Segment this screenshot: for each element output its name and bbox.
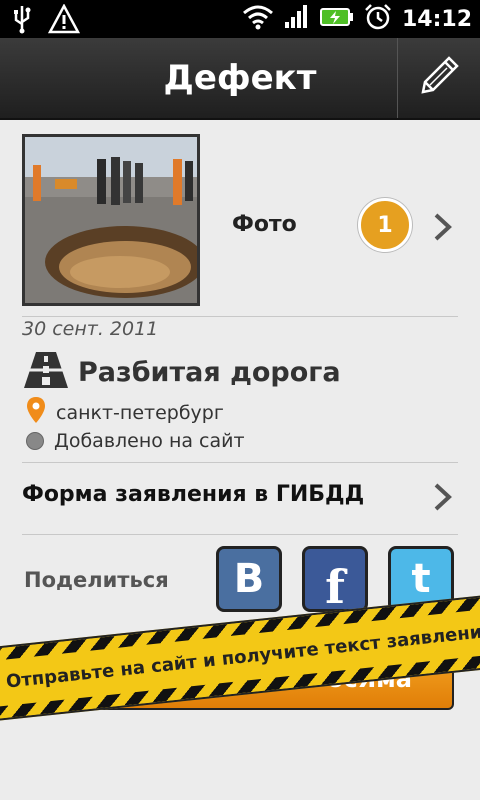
location-text: санкт-петербург [56, 401, 224, 424]
share-label: Поделиться [24, 568, 169, 592]
facebook-icon: f [325, 560, 345, 612]
facebook-share-button[interactable]: f [302, 546, 368, 612]
warning-icon [47, 3, 81, 38]
status-bar: 14:12 [0, 0, 480, 38]
defect-content: Фото 1 30 сент. 2011 Разбитая дорога сан… [0, 120, 480, 800]
chevron-right-icon[interactable] [432, 482, 454, 516]
twitter-icon: t [411, 556, 431, 602]
photo-label[interactable]: Фото [232, 212, 297, 237]
defect-date: 30 сент. 2011 [22, 318, 159, 340]
usb-icon [10, 4, 34, 38]
alarm-icon [364, 3, 392, 35]
defect-type: Разбитая дорога [78, 356, 341, 388]
status-text: Добавлено на сайт [54, 430, 245, 452]
map-pin-icon [26, 396, 46, 429]
defect-type-row: Разбитая дорога [22, 352, 341, 392]
photo-count-badge: 1 [358, 198, 412, 252]
status-row: Добавлено на сайт [26, 430, 245, 452]
application-form-link[interactable]: Форма заявления в ГИБДД [22, 482, 364, 507]
divider [22, 534, 458, 535]
clock: 14:12 [401, 6, 472, 32]
edit-button[interactable] [397, 38, 480, 118]
defect-photo[interactable] [22, 134, 200, 306]
status-dot-icon [26, 432, 44, 450]
action-bar: Дефект [0, 38, 480, 120]
chevron-right-icon[interactable] [432, 212, 454, 246]
broken-road-icon [22, 350, 70, 394]
location-row: санкт-петербург [26, 396, 224, 429]
battery-charging-icon [319, 6, 354, 32]
divider [22, 316, 458, 317]
vk-share-button[interactable]: B [216, 546, 282, 612]
pencil-icon [417, 54, 461, 102]
divider [22, 462, 458, 463]
vk-icon: B [233, 556, 265, 602]
wifi-icon [242, 4, 274, 34]
signal-icon [284, 4, 310, 34]
